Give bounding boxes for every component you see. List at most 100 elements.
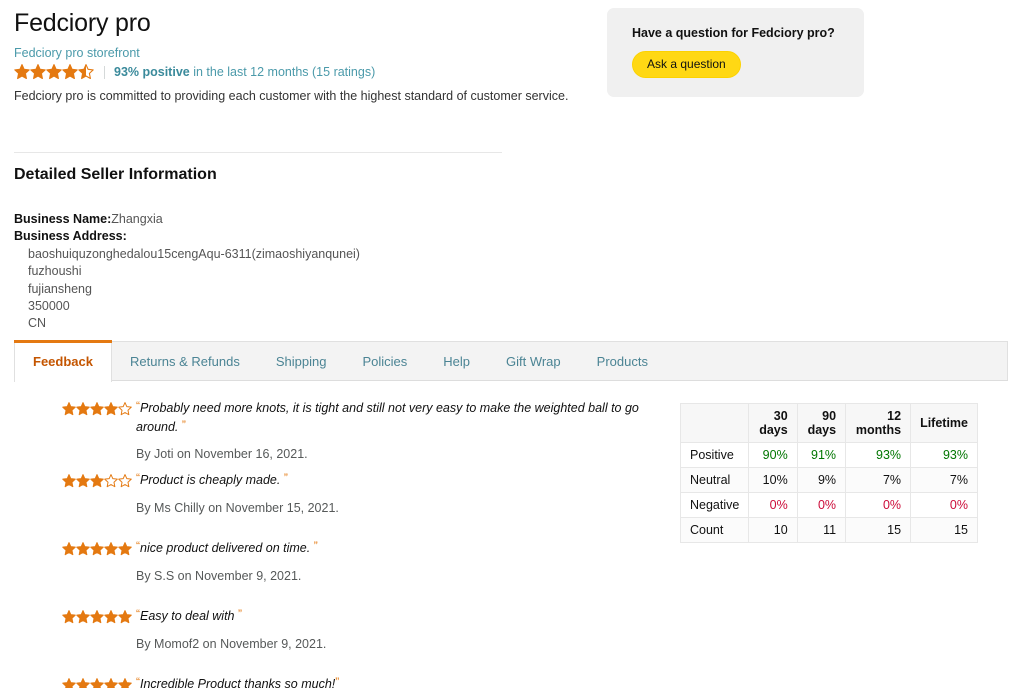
- tab-label: Policies: [362, 354, 408, 369]
- feedback-comment: “Incredible Product thanks so much!”: [136, 674, 640, 688]
- stats-row-label: Negative: [679, 492, 750, 518]
- address-line: baoshuiquzonghedalou15cengAqu-6311(zimao…: [28, 246, 360, 261]
- feedback-rating-stars: [62, 542, 132, 561]
- stats-row: Positive 90% 91% 93% 93%: [679, 442, 978, 468]
- stats-row: Neutral 10% 9% 7% 7%: [679, 467, 978, 493]
- stats-cell: 11: [796, 517, 847, 543]
- stats-table-body: Positive 90% 91% 93% 93% Neutral 10% 9% 7% 7% Nega…: [679, 442, 978, 543]
- section-divider: [14, 152, 502, 153]
- feedback-item: “Incredible Product thanks so much!”By M…: [0, 674, 660, 688]
- feedback-comment-text: Probably need more knots, it is tight an…: [136, 401, 639, 434]
- stats-row-label: Count: [679, 517, 750, 543]
- address-line: fujiansheng: [28, 281, 92, 296]
- tab-shipping[interactable]: Shipping: [258, 341, 345, 382]
- feedback-item: “Easy to deal with ” By Momof2 on Novembe…: [0, 606, 660, 666]
- stats-cell: 15: [845, 517, 912, 543]
- feedback-author: By Ms Chilly on November 15, 2021.: [136, 500, 339, 515]
- feedback-body: “Probably need more knots, it is tight a…: [136, 398, 660, 462]
- rating-stars: [14, 64, 94, 80]
- tab-gift-wrap[interactable]: Gift Wrap: [488, 341, 579, 382]
- seller-header: Fedciory pro Fedciory pro storefront 93%…: [14, 8, 594, 106]
- feedback-item: “Product is cheaply made. ” By Ms Chilly …: [0, 470, 660, 530]
- stats-column-header: 30 days: [748, 403, 798, 443]
- tab-label: Gift Wrap: [505, 354, 561, 369]
- stats-cell: 91%: [796, 442, 847, 468]
- feedback-body: “nice product delivered on time. ” By S.S…: [136, 538, 660, 584]
- business-address-label: Business Address:: [14, 229, 127, 244]
- stats-cell: 90%: [748, 442, 798, 468]
- business-name-line: Business Name:Zhangxia: [14, 211, 360, 228]
- business-information: Business Name:Zhangxia Business Address:…: [14, 211, 360, 333]
- stats-cell: 0%: [748, 492, 798, 518]
- feedback-body: “Easy to deal with ” By Momof2 on Novembe…: [136, 606, 660, 652]
- tab-policies[interactable]: Policies: [344, 341, 425, 382]
- stats-cell: 93%: [910, 442, 978, 468]
- rating-period: in the last 12 months (15 ratings): [189, 64, 376, 79]
- feedback-comment-text: nice product delivered on time.: [140, 541, 314, 556]
- stats-cell: 93%: [845, 442, 912, 468]
- stats-cell: 0%: [796, 492, 847, 518]
- feedback-comment-text: Easy to deal with: [140, 609, 238, 624]
- rating-row: 93% positive in the last 12 months (15 r…: [14, 63, 594, 81]
- feedback-author: By S.S on November 9, 2021.: [136, 568, 302, 583]
- seller-profile-page: Fedciory pro Fedciory pro storefront 93%…: [0, 0, 1024, 688]
- ask-question-title: Have a question for Fedciory pro?: [632, 26, 835, 40]
- stats-cell: 15: [910, 517, 978, 543]
- feedback-body: “Incredible Product thanks so much!”By M…: [136, 674, 660, 688]
- tab-label: Products: [596, 354, 648, 369]
- rating-percent: 93% positive: [114, 64, 190, 79]
- close-quote-mark: ”: [313, 539, 318, 554]
- storefront-link[interactable]: Fedciory pro storefront: [14, 44, 594, 62]
- stats-row-label: Positive: [679, 442, 750, 468]
- stats-cell: 0%: [845, 492, 912, 518]
- feedback-rating-stars: [62, 402, 132, 421]
- stats-cell: 7%: [910, 467, 978, 493]
- tab-label: Help: [443, 354, 470, 369]
- address-line: CN: [28, 316, 47, 331]
- stats-cell: 0%: [910, 492, 978, 518]
- feedback-author: By Joti on November 16, 2021.: [136, 447, 308, 461]
- close-quote-mark: ”: [335, 675, 340, 688]
- seller-description: Fedciory pro is committed to providing e…: [14, 89, 569, 104]
- feedback-stats-table: 30 days 90 days 12 months Lifetime Positive…: [679, 403, 978, 543]
- feedback-rating-stars: [62, 678, 132, 688]
- stats-cell: 9%: [796, 467, 847, 493]
- close-quote-mark: ”: [283, 471, 288, 486]
- tab-help[interactable]: Help: [425, 341, 488, 382]
- business-name-label: Business Name:: [14, 212, 112, 226]
- tab-label: Feedback: [33, 354, 93, 369]
- feedback-comment: “Easy to deal with ”: [136, 606, 640, 625]
- tab-returns-refunds[interactable]: Returns & Refunds: [112, 341, 258, 382]
- tab-label: Shipping: [275, 354, 327, 369]
- tab-products[interactable]: Products: [579, 341, 666, 382]
- tab-feedback[interactable]: Feedback: [14, 340, 112, 383]
- stats-row: Count 10 11 15 15: [679, 517, 978, 543]
- stats-column-header: Lifetime: [910, 403, 978, 443]
- stats-cell: 7%: [845, 467, 912, 493]
- feedback-comment: “Product is cheaply made. ”: [136, 470, 640, 489]
- feedback-comment-text: Product is cheaply made.: [140, 473, 284, 488]
- feedback-item: “Probably need more knots, it is tight a…: [0, 398, 660, 462]
- close-quote-mark: ”: [181, 417, 186, 432]
- rating-summary: 93% positive in the last 12 months (15 r…: [114, 66, 375, 79]
- stats-column-header: 12 months: [845, 403, 912, 443]
- stats-corner-cell: [679, 403, 750, 443]
- stats-cell: 10: [748, 517, 798, 543]
- feedback-author: By Momof2 on November 9, 2021.: [136, 636, 327, 651]
- page-title: Fedciory pro: [14, 9, 151, 37]
- feedback-item: “nice product delivered on time. ” By S.S…: [0, 538, 660, 598]
- feedback-rating-stars: [62, 474, 132, 493]
- business-name-value: Zhangxia: [111, 212, 163, 226]
- stats-column-header: 90 days: [796, 403, 847, 443]
- close-quote-mark: ”: [237, 607, 242, 622]
- feedback-body: “Product is cheaply made. ” By Ms Chilly …: [136, 470, 660, 516]
- feedback-list: “Probably need more knots, it is tight a…: [0, 398, 660, 688]
- ask-question-box: Have a question for Fedciory pro? Ask a …: [607, 8, 864, 97]
- ask-a-question-button[interactable]: Ask a question: [632, 51, 741, 78]
- address-line: fuzhoushi: [28, 264, 82, 279]
- stats-row-label: Neutral: [679, 467, 750, 493]
- rating-divider: [104, 65, 105, 79]
- address-line: 350000: [28, 299, 70, 314]
- stats-table-head: 30 days 90 days 12 months Lifetime: [679, 403, 978, 443]
- stats-row: Negative 0% 0% 0% 0%: [679, 492, 978, 518]
